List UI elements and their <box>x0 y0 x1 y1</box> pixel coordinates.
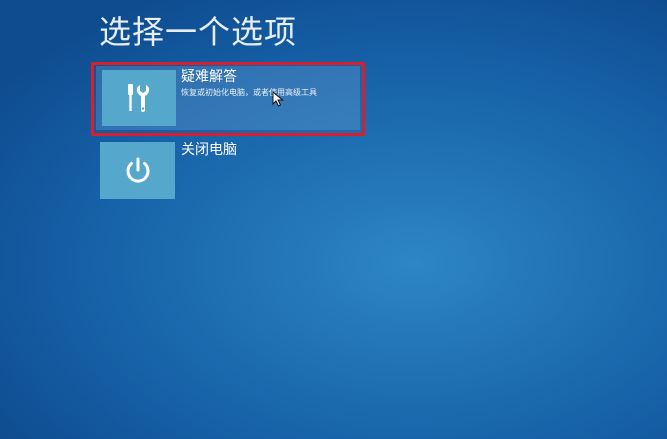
troubleshoot-tile[interactable] <box>102 70 176 126</box>
page-title: 选择一个选项 <box>99 13 298 51</box>
shutdown-option[interactable]: 关闭电脑 <box>100 140 362 199</box>
troubleshoot-option[interactable]: 疑难解答 恢复或初始化电脑，或者使用高级工具 <box>96 66 360 130</box>
troubleshoot-title: 疑难解答 <box>181 69 237 85</box>
power-icon <box>126 157 149 183</box>
shutdown-tile[interactable] <box>100 142 175 199</box>
troubleshoot-description: 恢复或初始化电脑，或者使用高级工具 <box>181 88 317 97</box>
shutdown-title: 关闭电脑 <box>181 142 237 158</box>
mouse-cursor-icon <box>272 91 284 107</box>
tools-icon <box>128 84 150 112</box>
